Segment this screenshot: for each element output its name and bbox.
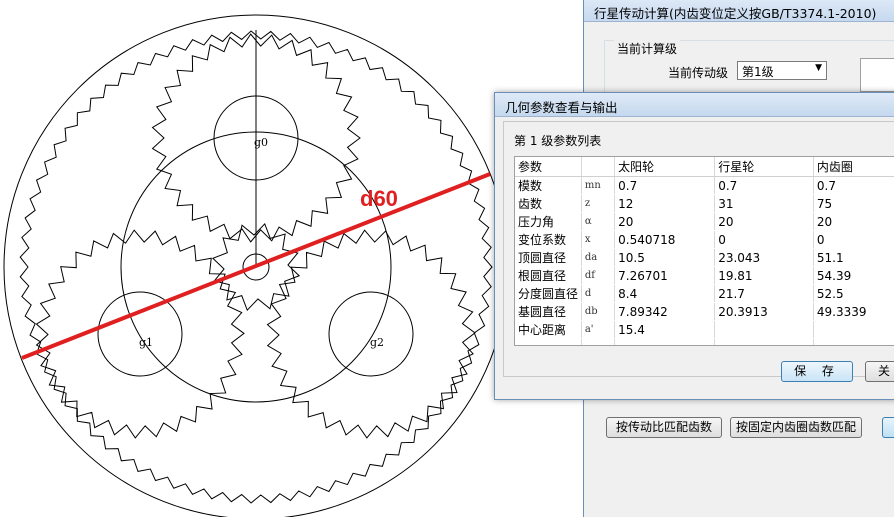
row-ring: 0 [813,230,894,249]
row-param: 压力角 [515,212,582,231]
row-sun: 15.4 [614,320,716,339]
row-sun: 0.7 [614,176,716,195]
row-symbol: db [581,302,616,321]
planet-hub-g1 [97,291,183,377]
table-row[interactable]: 齿数 z 12 31 75 [515,194,894,213]
row-symbol: α [581,212,616,231]
table-row[interactable]: 顶圆直径 da 10.5 23.043 51.1 [515,248,894,267]
row-planet: 0.7 [714,176,814,195]
row-sun: 20 [614,212,716,231]
row-symbol: mn [581,176,616,195]
dialog-title[interactable]: 几何参数查看与输出 [495,93,894,117]
row-planet: 23.043 [714,248,814,267]
planet-gear-g2 [266,229,476,439]
stage-select[interactable]: 第1级 ▼ [737,61,827,80]
row-ring: 52.5 [813,284,894,303]
row-symbol: x [581,230,616,249]
diameter-annotation-label: d60 [360,186,398,211]
row-symbol: df [581,266,616,285]
table-row-empty [515,338,894,345]
geometry-params-dialog: 几何参数查看与输出 第 1 级参数列表 参数 太阳轮 行星轮 内齿圈 模数 mn 0… [494,92,894,400]
row-planet [714,320,814,339]
partial-button[interactable] [882,417,894,438]
row-param: 分度圆直径 [515,284,582,303]
params-grid[interactable]: 参数 太阳轮 行星轮 内齿圈 模数 mn 0.7 0.7 0.7 齿数 z 12 31 75 压… [514,156,894,346]
save-button[interactable]: 保 存 [781,361,853,382]
row-planet: 19.81 [714,266,814,285]
planet-label-g1: g1 [139,336,154,349]
row-param: 基圆直径 [515,302,582,321]
table-row[interactable]: 分度圆直径 d 8.4 21.7 52.5 [515,284,894,303]
row-ring: 20 [813,212,894,231]
close-button[interactable]: 关 [865,361,894,382]
row-ring [813,320,894,339]
stage-label: 当前传动级 [668,66,729,80]
params-table: 参数 太阳轮 行星轮 内齿圈 模数 mn 0.7 0.7 0.7 齿数 z 12 31 75 压… [515,157,894,345]
dropdown-arrow-icon: ▼ [815,63,822,73]
row-planet: 21.7 [714,284,814,303]
row-sun: 12 [614,194,716,213]
params-panel: 第 1 级参数列表 参数 太阳轮 行星轮 内齿圈 模数 mn 0.7 0.7 0.7 齿… [503,121,894,377]
row-param: 模数 [515,176,582,195]
row-param: 根圆直径 [515,266,582,285]
row-symbol: da [581,248,616,267]
table-row[interactable]: 压力角 α 20 20 20 [515,212,894,231]
row-sun: 0.540718 [614,230,716,249]
table-row[interactable]: 模数 mn 0.7 0.7 0.7 [515,176,894,195]
row-ring: 54.39 [813,266,894,285]
match-by-ratio-button[interactable]: 按传动比匹配齿数 [606,417,722,438]
row-planet: 0 [714,230,814,249]
planet-hub-g2 [328,291,414,377]
table-row[interactable]: 变位系数 x 0.540718 0 0 [515,230,894,249]
row-planet: 20 [714,212,814,231]
table-row[interactable]: 中心距离 a' 15.4 [515,320,894,339]
row-sun: 10.5 [614,248,716,267]
row-sun: 7.89342 [614,302,716,321]
panel-title: 第 1 级参数列表 [514,134,602,148]
current-stage-group-label: 当前计算级 [614,40,681,57]
row-param: 变位系数 [515,230,582,249]
header-param: 参数 [515,157,582,177]
row-param: 齿数 [515,194,582,213]
stage-select-value: 第1级 [742,65,774,79]
row-ring: 0.7 [813,176,894,195]
row-sun: 7.26701 [614,266,716,285]
row-param: 顶圆直径 [515,248,582,267]
header-planet: 行星轮 [714,157,814,177]
table-row[interactable]: 基圆直径 db 7.89342 20.3913 49.3339 [515,302,894,321]
side-input-box[interactable] [860,58,894,92]
planet-label-g0: g0 [254,136,269,149]
header-symbol [581,157,616,177]
row-sun: 8.4 [614,284,716,303]
match-by-ring-teeth-button[interactable]: 按固定内齿圈齿数匹配 [730,417,862,438]
header-sun: 太阳轮 [614,157,716,177]
row-planet: 31 [714,194,814,213]
header-ring: 内齿圈 [813,157,894,177]
row-symbol: a' [581,320,616,339]
row-symbol: d [581,284,616,303]
window-title[interactable]: 行星传动计算(内齿变位定义按GB/T3374.1-2010) [584,0,894,22]
row-planet: 20.3913 [714,302,814,321]
row-ring: 75 [813,194,894,213]
row-ring: 49.3339 [813,302,894,321]
row-param: 中心距离 [515,320,582,339]
row-ring: 51.1 [813,248,894,267]
table-row[interactable]: 根圆直径 df 7.26701 19.81 54.39 [515,266,894,285]
table-header-row: 参数 太阳轮 行星轮 内齿圈 [515,157,894,177]
row-symbol: z [581,194,616,213]
planet-label-g2: g2 [370,336,385,349]
